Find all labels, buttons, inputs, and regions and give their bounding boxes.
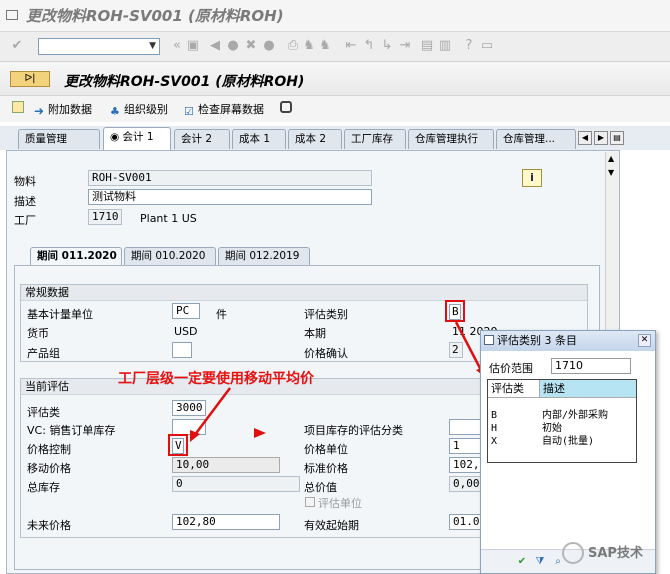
small-red-arrow-icon — [254, 428, 266, 438]
table-row[interactable]: H 初始 — [488, 423, 636, 436]
confirm-icon[interactable]: ✔ — [515, 556, 529, 569]
table-row[interactable]: X 自动(批量) — [488, 436, 636, 449]
table-row[interactable]: B 内部/外部采购 — [488, 410, 636, 423]
annotation-arrow-valuation-category — [454, 321, 484, 373]
filter-icon[interactable]: ⧩ — [533, 556, 547, 569]
valuation-area-label: 估价范围 — [489, 362, 533, 375]
valuation-area-field[interactable]: 1710 — [551, 358, 631, 374]
popup-title: 评估类别 3 条目 — [497, 334, 577, 347]
popup-result-table: 评估类 描述 B 内部/外部采购 H 初始 X 自动(批量) — [487, 379, 637, 463]
annotation-arrow-price-control — [193, 387, 231, 437]
column-header-description[interactable]: 描述 — [540, 380, 636, 398]
close-icon[interactable]: ✕ — [638, 334, 651, 347]
popup-window-icon — [484, 335, 494, 345]
valuation-category-popup: 评估类别 3 条目 ✕ 估价范围 1710 评估类 描述 B 内部/外部采购 H… — [480, 330, 656, 574]
column-header-valuation-class[interactable]: 评估类 — [488, 380, 540, 398]
watermark-logo-icon — [562, 542, 584, 564]
watermark-text: SAP技术 — [588, 546, 643, 561]
popup-header: 评估类别 3 条目 ✕ — [481, 331, 655, 351]
